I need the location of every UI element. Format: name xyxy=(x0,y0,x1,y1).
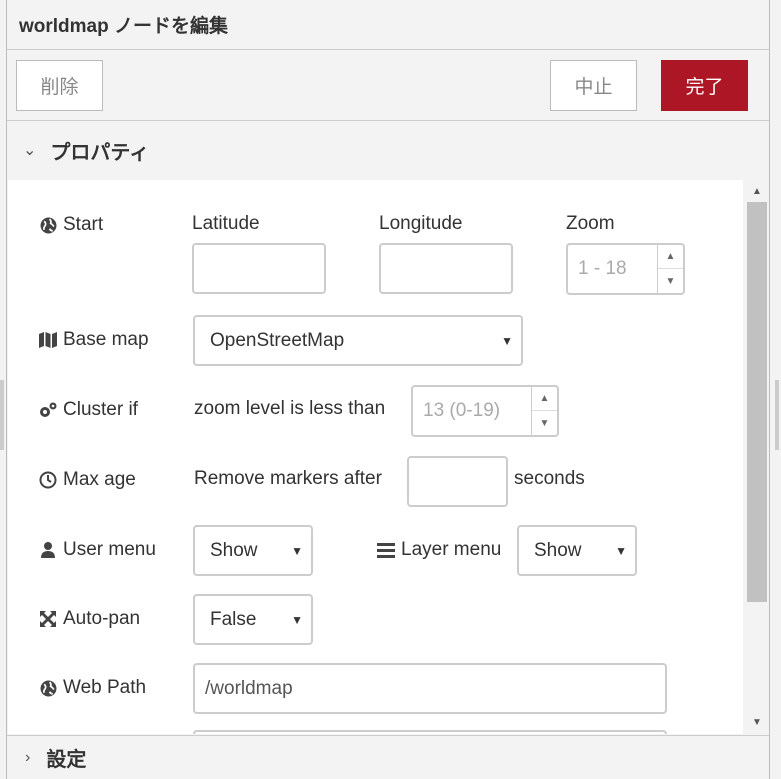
spinner-down-icon[interactable]: ▼ xyxy=(532,411,557,435)
max-age-suffix: seconds xyxy=(514,468,585,489)
zoom-label: Zoom xyxy=(566,213,615,234)
chevron-down-icon: ▼ xyxy=(291,543,303,558)
cogs-icon xyxy=(38,400,58,420)
cancel-button[interactable]: 中止 xyxy=(550,60,637,111)
properties-section-title: プロパティ xyxy=(50,141,150,164)
form-scrollbar[interactable]: ▲ ▼ xyxy=(745,180,769,734)
cluster-placeholder: 13 (0-19) xyxy=(423,400,501,421)
spinner-down-icon[interactable]: ▼ xyxy=(658,269,683,293)
done-button[interactable]: 完了 xyxy=(661,60,748,111)
auto-pan-label: Auto-pan xyxy=(38,607,140,631)
chevron-down-icon: ▼ xyxy=(291,612,303,627)
chevron-down-icon: ▼ xyxy=(501,333,513,348)
auto-pan-select[interactable]: False ▼ xyxy=(193,594,313,645)
chevron-down-icon: ▼ xyxy=(615,543,627,558)
cluster-label: Cluster if xyxy=(38,398,138,422)
zoom-spinner: ▲ ▼ xyxy=(657,245,683,293)
longitude-label: Longitude xyxy=(379,213,463,234)
spinner-up-icon[interactable]: ▲ xyxy=(658,245,683,269)
web-path-label: Web Path xyxy=(38,676,146,700)
delete-button[interactable]: 削除 xyxy=(16,60,103,111)
globe-icon xyxy=(38,215,58,235)
globe-icon xyxy=(38,678,58,698)
scrollbar-thumb[interactable] xyxy=(747,202,767,602)
properties-section-header[interactable]: ⌄ プロパティ xyxy=(7,121,769,179)
properties-form: Start Latitude Longitude Zoom 1 - 18 ▲ ▼… xyxy=(8,180,743,734)
user-menu-select[interactable]: Show ▼ xyxy=(193,525,313,576)
zoom-placeholder: 1 - 18 xyxy=(578,258,627,279)
chevron-down-icon: ⌄ xyxy=(23,142,37,159)
zoom-stepper[interactable]: 1 - 18 ▲ ▼ xyxy=(566,243,685,295)
max-age-prefix: Remove markers after xyxy=(194,468,382,489)
right-resize-handle[interactable] xyxy=(775,380,779,450)
tray-title: worldmap ノードを編集 xyxy=(19,16,229,37)
max-age-input[interactable] xyxy=(407,456,508,507)
left-resize-handle[interactable] xyxy=(0,380,4,450)
arrows-alt-icon xyxy=(38,609,58,629)
spinner-up-icon[interactable]: ▲ xyxy=(532,387,557,411)
user-menu-label: User menu xyxy=(38,538,156,562)
web-path-input[interactable]: /worldmap xyxy=(193,663,667,714)
bars-icon xyxy=(376,540,396,560)
max-age-label: Max age xyxy=(38,468,136,492)
tray-toolbar: 削除 中止 完了 xyxy=(7,50,769,121)
settings-section-title: 設定 xyxy=(46,749,87,771)
cluster-text: zoom level is less than xyxy=(194,398,386,419)
start-label: Start xyxy=(38,213,103,237)
chevron-right-icon: › xyxy=(25,748,31,766)
map-icon xyxy=(38,330,58,350)
cluster-zoom-stepper[interactable]: 13 (0-19) ▲ ▼ xyxy=(411,385,559,437)
latitude-input[interactable] xyxy=(192,243,326,294)
base-map-label: Base map xyxy=(38,328,149,352)
latitude-label: Latitude xyxy=(192,213,260,234)
cluster-spinner: ▲ ▼ xyxy=(531,387,557,435)
edit-tray: worldmap ノードを編集 削除 中止 完了 ⌄ プロパティ Start L… xyxy=(6,0,770,779)
layer-menu-label: Layer menu xyxy=(376,538,501,562)
scroll-up-icon[interactable]: ▲ xyxy=(752,186,762,197)
scroll-down-icon[interactable]: ▼ xyxy=(752,717,762,728)
next-field-partial xyxy=(193,730,667,734)
tray-header: worldmap ノードを編集 xyxy=(7,0,769,50)
base-map-select[interactable]: OpenStreetMap ▼ xyxy=(193,315,523,366)
longitude-input[interactable] xyxy=(379,243,513,294)
settings-section-header[interactable]: › 設定 xyxy=(7,735,769,779)
layer-menu-select[interactable]: Show ▼ xyxy=(517,525,637,576)
user-icon xyxy=(38,540,58,560)
clock-icon xyxy=(38,470,58,490)
